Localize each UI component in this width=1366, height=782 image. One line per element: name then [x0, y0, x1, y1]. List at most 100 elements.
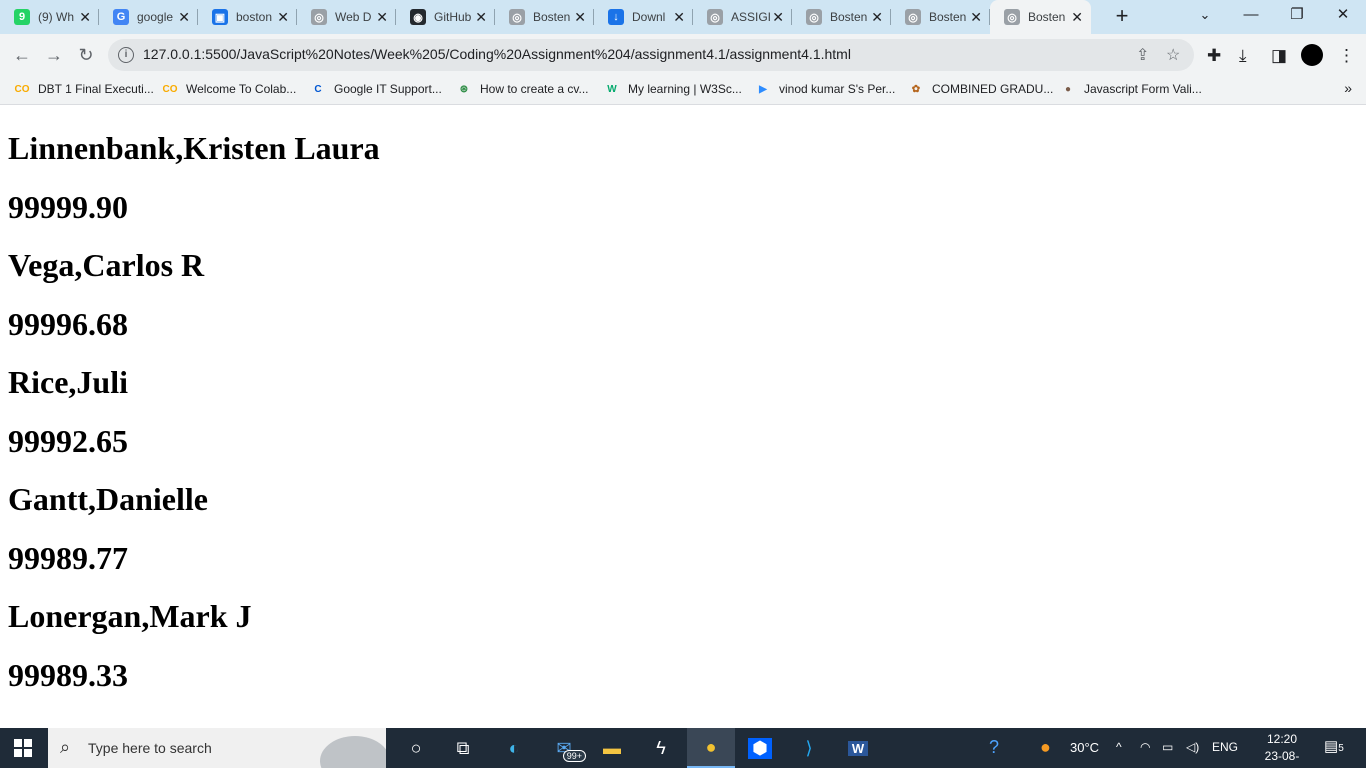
back-button[interactable]: ←: [9, 42, 35, 68]
weather-temperature[interactable]: 30°C: [1070, 740, 1099, 755]
browser-tab[interactable]: ▣ boston ✕: [198, 5, 297, 29]
downloads-icon[interactable]: ⤓: [1239, 46, 1247, 66]
browser-tab[interactable]: ◎ Bosten ✕: [792, 5, 891, 29]
employee-salary: 99989.77: [8, 539, 128, 576]
tab-title: GitHub: [434, 10, 472, 24]
tab-title: Bosten: [830, 10, 868, 24]
bookmark-item[interactable]: CO DBT 1 Final Executi...: [14, 81, 154, 97]
zoom-icon: ▶: [759, 83, 767, 95]
close-tab-icon[interactable]: ✕: [871, 9, 883, 26]
chrome-icon[interactable]: ●: [687, 728, 735, 768]
edge-icon[interactable]: ◐: [494, 734, 534, 762]
new-tab-button[interactable]: +: [1110, 4, 1134, 28]
w3schools-icon: W: [607, 83, 617, 95]
close-window-button[interactable]: ✕: [1320, 0, 1366, 32]
mail-icon[interactable]: ✉ 99+: [544, 734, 586, 762]
show-hidden-icons-icon[interactable]: ^: [1116, 740, 1122, 754]
windows-start-icon[interactable]: [14, 739, 32, 762]
globe-icon: ◎: [509, 9, 525, 25]
tab-title: Bosten: [929, 10, 967, 24]
menu-kebab-icon[interactable]: ⋮: [1338, 46, 1355, 66]
dropbox-icon[interactable]: ⬢: [740, 734, 780, 762]
github-icon: ◉: [410, 9, 426, 25]
bookmark-item[interactable]: C Google IT Support...: [310, 81, 441, 97]
browser-tab[interactable]: 9 (9) Wh ✕: [0, 5, 99, 29]
tab-strip: 9 (9) Wh ✕ Ggoogle ✕ ▣ boston ✕ ◎ Web D ✕ ◉ GitHub ✕ ◎…: [0, 0, 1366, 34]
help-icon[interactable]: ?: [989, 737, 999, 758]
share-icon[interactable]: ⇪: [1136, 45, 1149, 65]
close-tab-icon[interactable]: ✕: [772, 9, 784, 26]
extensions-icon[interactable]: ✚: [1207, 46, 1221, 66]
avatar-icon: ●: [1064, 83, 1072, 95]
globe-icon: ◎: [707, 9, 723, 25]
bookmarks-bar: CO DBT 1 Final Executi... CO Welcome To Col…: [0, 76, 1366, 105]
bookmark-item[interactable]: W My learning | W3Sc...: [604, 81, 742, 97]
volume-icon[interactable]: ◁): [1186, 740, 1199, 754]
close-tab-icon[interactable]: ✕: [79, 9, 91, 26]
whatsapp-icon: 9: [14, 9, 30, 25]
language-indicator[interactable]: ENG: [1212, 740, 1238, 754]
browser-tab[interactable]: Ggoogle ✕: [99, 5, 198, 29]
app-icon[interactable]: ϟ: [641, 734, 681, 762]
battery-icon[interactable]: ▭: [1162, 740, 1173, 754]
tab-title: Downl: [632, 10, 666, 24]
geeksforgeeks-icon: ⊛: [459, 83, 469, 95]
employee-salary: 99996.68: [8, 305, 128, 342]
tab-search-chevron-icon[interactable]: ⌄: [1182, 0, 1228, 32]
browser-tab[interactable]: ◎ ASSIGI ✕: [693, 5, 792, 29]
vscode-icon[interactable]: ⟩: [789, 734, 829, 762]
close-tab-icon[interactable]: ✕: [178, 9, 190, 26]
page-content: Linnenbank,Kristen Laura 99999.90 Vega,Car…: [8, 104, 1358, 728]
browser-tab[interactable]: ◉ GitHub ✕: [396, 5, 495, 29]
bookmark-item[interactable]: ● Javascript Form Vali...: [1060, 81, 1202, 97]
browser-tab[interactable]: ◎ Bosten ✕: [495, 5, 594, 29]
browser-tab[interactable]: ◎ Bosten ✕: [891, 5, 990, 29]
address-bar[interactable]: i 127.0.0.1:5500/JavaScript%20Notes/Week…: [108, 39, 1194, 71]
bookmark-label: DBT 1 Final Executi...: [38, 82, 154, 96]
profile-avatar[interactable]: [1301, 44, 1323, 66]
cortana-icon[interactable]: ○: [396, 734, 436, 762]
employee-name: Gantt,Danielle: [8, 481, 208, 517]
restore-button[interactable]: ❐: [1274, 0, 1320, 32]
task-view-icon[interactable]: ⧉: [443, 734, 483, 762]
browser-tab[interactable]: ↓ Downl ✕: [594, 5, 693, 29]
bookmark-item[interactable]: CO Welcome To Colab...: [162, 81, 297, 97]
taskbar-search-box[interactable]: ⌕ Type here to search: [48, 728, 386, 768]
notifications-count: 5: [1338, 743, 1344, 754]
file-explorer-icon[interactable]: ▬: [592, 734, 632, 762]
close-tab-icon[interactable]: ✕: [574, 9, 586, 26]
address-url[interactable]: 127.0.0.1:5500/JavaScript%20Notes/Week%2…: [143, 46, 851, 62]
forward-button[interactable]: →: [41, 42, 67, 68]
browser-tab[interactable]: ◎ Bosten ✕: [990, 0, 1091, 34]
tab-title: Bosten: [533, 10, 571, 24]
more-bookmarks-icon[interactable]: »: [1344, 80, 1352, 96]
taskbar-clock[interactable]: 12:20 23-08-2023: [1262, 731, 1302, 782]
close-tab-icon[interactable]: ✕: [475, 9, 487, 26]
wifi-icon[interactable]: ◠: [1140, 740, 1150, 754]
close-tab-icon[interactable]: ✕: [970, 9, 982, 26]
minimize-button[interactable]: —: [1228, 0, 1274, 32]
close-tab-icon[interactable]: ✕: [673, 9, 685, 26]
mail-badge: 99+: [562, 750, 586, 762]
close-tab-icon[interactable]: ✕: [277, 9, 289, 26]
employee-name: Lonergan,Mark J: [8, 598, 252, 634]
bookmark-label: Javascript Form Vali...: [1084, 82, 1202, 96]
bookmark-star-icon[interactable]: ☆: [1166, 45, 1180, 65]
bookmark-item[interactable]: ⊛ How to create a cv...: [456, 81, 589, 97]
browser-tab[interactable]: ◎ Web D ✕: [297, 5, 396, 29]
close-tab-icon[interactable]: ✕: [376, 9, 388, 26]
bookmark-item[interactable]: ✿ COMBINED GRADU...: [908, 81, 1054, 97]
bookmark-label: COMBINED GRADU...: [932, 82, 1054, 96]
notifications-icon[interactable]: ▤5: [1324, 737, 1344, 755]
close-tab-icon[interactable]: ✕: [1071, 9, 1083, 26]
search-placeholder: Type here to search: [88, 740, 212, 756]
word-icon[interactable]: W: [838, 734, 878, 762]
site-info-icon[interactable]: i: [118, 47, 134, 63]
browser-toolbar: ← → ↻ i 127.0.0.1:5500/JavaScript%20Note…: [0, 34, 1366, 76]
weather-icon[interactable]: ●: [1040, 737, 1051, 758]
bookmark-item[interactable]: ▶ vinod kumar S's Per...: [755, 81, 895, 97]
bookmark-label: vinod kumar S's Per...: [779, 82, 896, 96]
side-panel-icon[interactable]: ◨: [1271, 46, 1287, 66]
reload-button[interactable]: ↻: [73, 42, 99, 68]
windows-taskbar: ⌕ Type here to search ○ ⧉ ◐ ✉ 99+ ▬ ϟ ● ⬢…: [0, 728, 1366, 780]
